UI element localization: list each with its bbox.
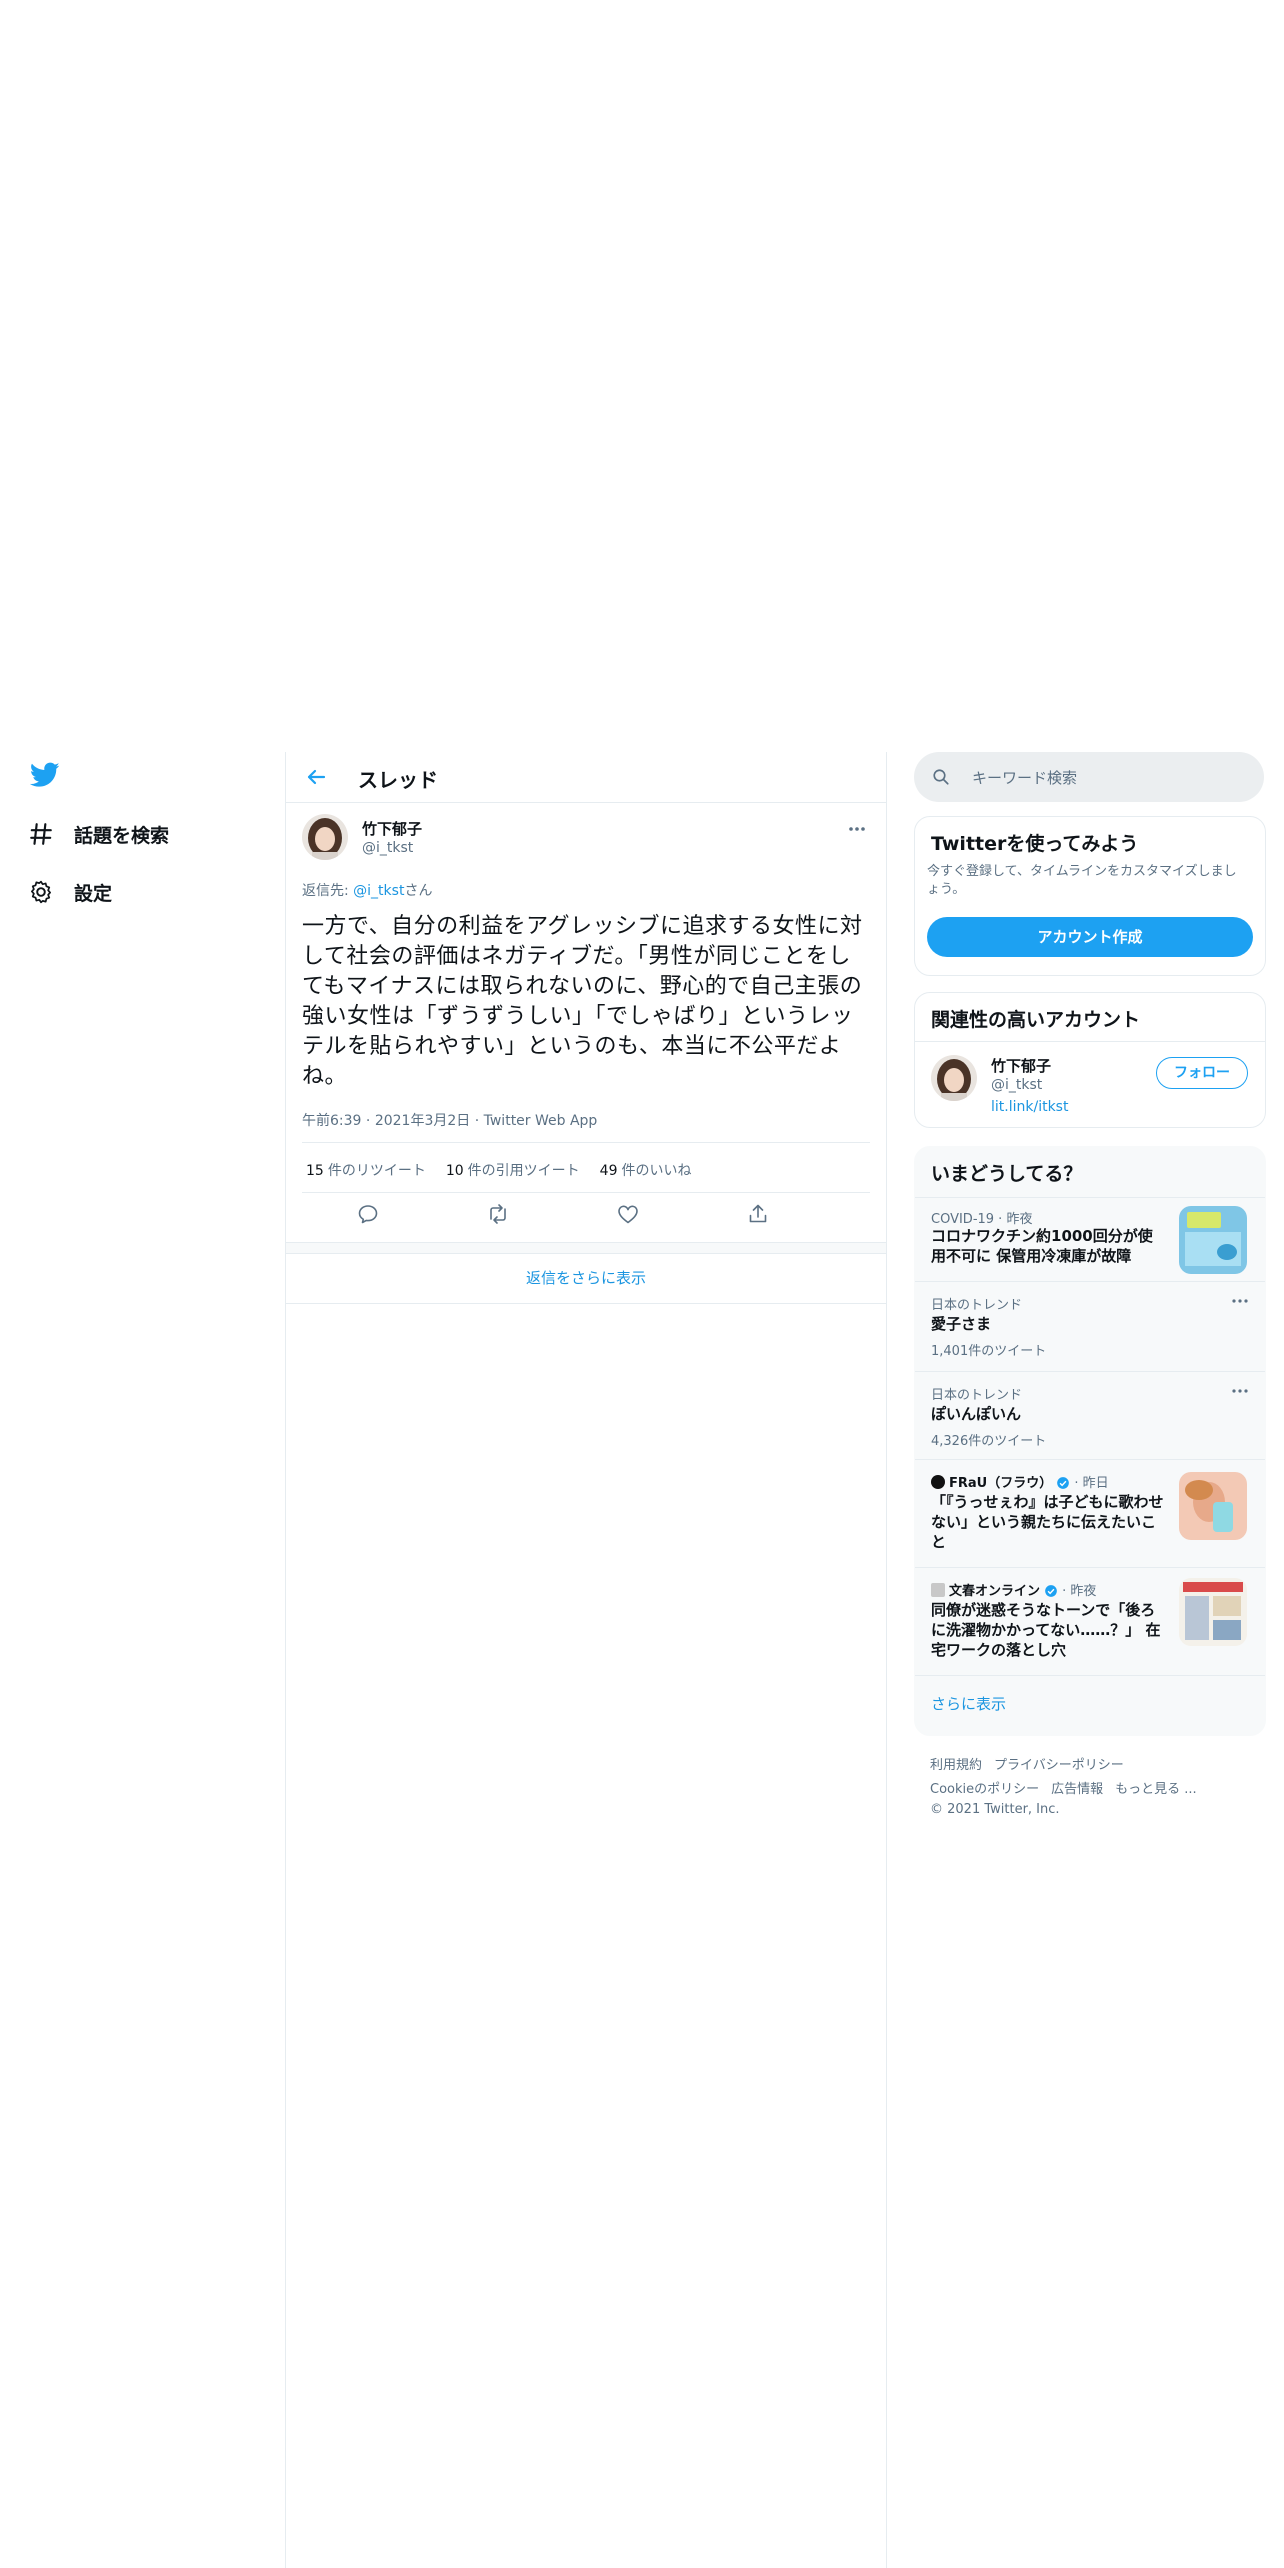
trend-title: 同僚が迷惑そうなトーンで「後ろに洗濯物かかってない……？」 在宅ワークの落とし穴 bbox=[931, 1601, 1161, 1659]
reply-to: 返信先: @i_tkstさん bbox=[302, 880, 432, 900]
related-accounts-title: 関連性の高いアカウント bbox=[931, 1009, 1141, 1031]
retweet-count-link[interactable]: 15 件のリツイート bbox=[306, 1160, 426, 1180]
avatar[interactable] bbox=[302, 814, 348, 860]
page-title: スレッド bbox=[358, 768, 438, 792]
tweet-text: 一方で、自分の利益をアグレッシブに追求する女性に対して社会の評価はネガティブだ。… bbox=[302, 914, 863, 1089]
tweet-stats: 15 件のリツイート 10 件の引用ツイート 49 件のいいね bbox=[306, 1160, 711, 1180]
hashtag-icon bbox=[30, 823, 52, 845]
footer-links-row: 利用規約 プライバシーポリシー bbox=[930, 1754, 1136, 1773]
search-icon bbox=[933, 769, 949, 785]
verified-badge-icon bbox=[1045, 1585, 1057, 1597]
show-more-trends-link[interactable]: さらに表示 bbox=[931, 1693, 1006, 1714]
quote-count-link[interactable]: 10 件の引用ツイート bbox=[446, 1160, 580, 1180]
related-accounts-card: 関連性の高いアカウント 竹下郁子 @i_tkst lit.link/itkst … bbox=[914, 992, 1266, 1128]
nav-item-explore[interactable]: 話題を検索 bbox=[28, 814, 169, 854]
tweet-meta: 午前6:39 · 2021年3月2日 · Twitter Web App bbox=[302, 1113, 598, 1129]
reply-to-handle-link[interactable]: @i_tkst bbox=[353, 883, 404, 899]
trend-source: FRaU（フラウ） bbox=[949, 1476, 1053, 1491]
trend-item[interactable]: FRaU（フラウ） · 昨日 「『うっせぇわ』は子どもに歌わせない」という親たち… bbox=[915, 1459, 1265, 1568]
trend-title: コロナワクチン約1000回分が使用不可に 保管用冷凍庫が故障 bbox=[931, 1227, 1153, 1265]
more-options-icon[interactable] bbox=[1231, 1298, 1249, 1304]
retweet-count: 15 bbox=[306, 1163, 324, 1179]
retweet-icon[interactable] bbox=[486, 1202, 510, 1226]
trend-source-line: 文春オンライン · 昨夜 bbox=[931, 1580, 1096, 1599]
trend-time: · 昨夜 bbox=[1062, 1584, 1097, 1599]
show-more-replies-button[interactable]: 返信をさらに表示 bbox=[286, 1253, 886, 1304]
account-name[interactable]: 竹下郁子 bbox=[991, 1055, 1051, 1076]
reply-to-suffix: さん bbox=[404, 883, 433, 899]
footer-link-more[interactable]: もっと見る ... bbox=[1115, 1782, 1197, 1797]
tweet-source[interactable]: Twitter Web App bbox=[484, 1113, 598, 1129]
thread-header: スレッド bbox=[286, 752, 886, 803]
trend-thumbnail bbox=[1179, 1472, 1247, 1540]
trend-tweet-count: 1,401件のツイート bbox=[931, 1344, 1047, 1359]
more-options-icon[interactable] bbox=[1231, 1388, 1249, 1394]
trend-meta: 日本のトレンド bbox=[931, 1388, 1023, 1403]
like-count-link[interactable]: 49 件のいいね bbox=[600, 1160, 692, 1180]
share-icon[interactable] bbox=[746, 1202, 770, 1226]
follow-button[interactable]: フォロー bbox=[1156, 1057, 1248, 1089]
like-icon[interactable] bbox=[616, 1202, 640, 1226]
footer-link-privacy[interactable]: プライバシーポリシー bbox=[994, 1758, 1124, 1773]
footer-copyright: © 2021 Twitter, Inc. bbox=[930, 1802, 1060, 1817]
divider bbox=[915, 1041, 1265, 1042]
signup-description: 今すぐ登録して、タイムラインをカスタマイズしましょう。 bbox=[927, 864, 1237, 897]
like-count: 49 bbox=[599, 1163, 618, 1179]
divider bbox=[302, 1192, 870, 1193]
author-name[interactable]: 竹下郁子 bbox=[362, 818, 422, 839]
reply-icon[interactable] bbox=[356, 1202, 380, 1226]
more-options-icon[interactable] bbox=[846, 822, 868, 836]
trend-meta: COVID-19 · 昨夜 bbox=[931, 1212, 1033, 1227]
trend-item[interactable]: 日本のトレンド ぽいんぽいん 4,326件のツイート bbox=[915, 1371, 1265, 1460]
tweet-date[interactable]: 2021年3月2日 bbox=[375, 1113, 470, 1129]
trend-title: 「『うっせぇわ』は子どもに歌わせない」という親たちに伝えたいこと bbox=[931, 1493, 1164, 1551]
nav-item-settings-label: 設定 bbox=[74, 882, 113, 905]
avatar[interactable] bbox=[931, 1055, 977, 1101]
divider bbox=[915, 1675, 1265, 1676]
footer-link-cookies[interactable]: Cookieのポリシー bbox=[930, 1782, 1039, 1797]
trend-item[interactable]: 文春オンライン · 昨夜 同僚が迷惑そうなトーンで「後ろに洗濯物かかってない……… bbox=[915, 1567, 1265, 1676]
author-handle[interactable]: @i_tkst bbox=[362, 840, 413, 856]
trend-tweet-count: 4,326件のツイート bbox=[931, 1434, 1047, 1449]
quote-count: 10 bbox=[445, 1163, 464, 1179]
signup-title: Twitterを使ってみよう bbox=[931, 833, 1139, 855]
source-logo-icon bbox=[931, 1475, 945, 1489]
account-bio-link[interactable]: lit.link/itkst bbox=[991, 1099, 1068, 1115]
footer-link-terms[interactable]: 利用規約 bbox=[930, 1758, 982, 1773]
trends-title: いまどうしてる？ bbox=[931, 1163, 1083, 1185]
trend-thumbnail bbox=[1179, 1578, 1247, 1646]
nav-item-explore-label: 話題を検索 bbox=[74, 824, 170, 847]
gear-icon bbox=[31, 880, 51, 904]
reply-to-prefix: 返信先: bbox=[302, 883, 354, 899]
trends-card: いまどうしてる？ COVID-19 · 昨夜 コロナワクチン約1000回分が使用… bbox=[914, 1146, 1266, 1736]
verified-badge-icon bbox=[1057, 1477, 1070, 1489]
trend-thumbnail bbox=[1179, 1206, 1247, 1274]
nav-item-settings[interactable]: 設定 bbox=[28, 872, 112, 912]
trend-title: ぽいんぽいん bbox=[931, 1405, 1022, 1423]
trend-meta: 日本のトレンド bbox=[931, 1298, 1023, 1313]
footer-links-row: Cookieのポリシー 広告情報 もっと見る ... bbox=[930, 1778, 1209, 1797]
search-input[interactable] bbox=[970, 764, 1244, 792]
twitter-bird-icon bbox=[30, 762, 60, 787]
back-arrow-icon[interactable] bbox=[304, 765, 328, 789]
twitter-logo[interactable] bbox=[30, 762, 62, 790]
tweet-time[interactable]: 午前6:39 bbox=[302, 1113, 361, 1129]
trend-item[interactable]: COVID-19 · 昨夜 コロナワクチン約1000回分が使用不可に 保管用冷凍… bbox=[915, 1197, 1265, 1282]
divider bbox=[302, 1142, 870, 1143]
signup-card: Twitterを使ってみよう 今すぐ登録して、タイムラインをカスタマイズしましょ… bbox=[914, 816, 1266, 976]
trend-source: 文春オンライン bbox=[949, 1584, 1041, 1599]
account-handle[interactable]: @i_tkst bbox=[991, 1077, 1042, 1093]
thread-column: スレッド 竹下郁子 @i_tkst 返信先: @i_tkstさん 一方で、自分の… bbox=[285, 752, 887, 2568]
search-box[interactable] bbox=[914, 752, 1264, 802]
trend-item[interactable]: 日本のトレンド 愛子さま 1,401件のツイート bbox=[915, 1281, 1265, 1372]
trend-time: · 昨日 bbox=[1074, 1476, 1109, 1491]
trend-title: 愛子さま bbox=[931, 1315, 992, 1333]
footer-link-ads[interactable]: 広告情報 bbox=[1051, 1782, 1103, 1797]
create-account-button[interactable]: アカウント作成 bbox=[927, 917, 1253, 957]
source-logo-icon bbox=[931, 1583, 945, 1597]
trend-source-line: FRaU（フラウ） · 昨日 bbox=[931, 1472, 1109, 1491]
